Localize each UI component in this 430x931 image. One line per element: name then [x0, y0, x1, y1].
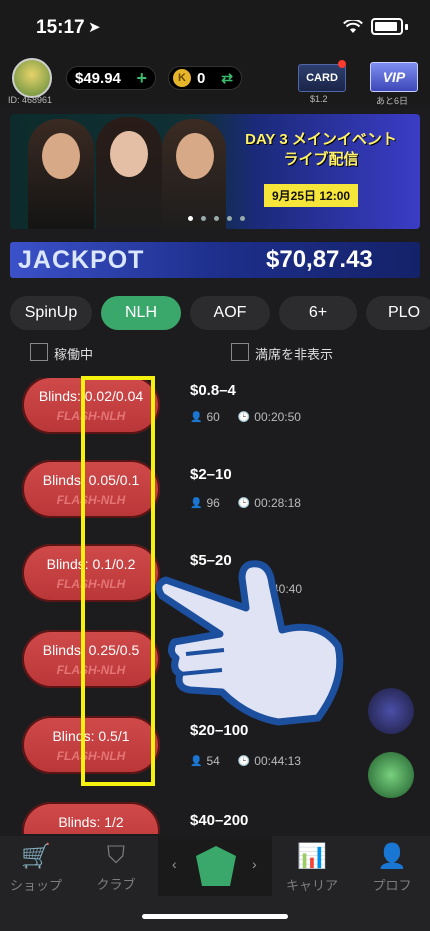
wifi-icon — [343, 19, 363, 33]
coins-value: 0 — [197, 69, 206, 87]
swap-icon[interactable]: ⇄ — [221, 70, 233, 87]
table-row[interactable]: Blinds: 0.02/0.04 FLASH-NLH $0.8–4 👤 60 🕒… — [0, 378, 430, 464]
chevron-right-icon[interactable]: › — [252, 856, 257, 872]
coin-icon: K — [173, 69, 191, 87]
status-bar: 15:17 ➤ — [0, 0, 430, 52]
blinds-label: Blinds: 1/2 — [58, 814, 124, 830]
game-type-tabs: SpinUp NLH AOF 6+ PLO — [0, 296, 430, 330]
ranking-badge-icon[interactable] — [368, 688, 414, 734]
pager-dot[interactable] — [201, 216, 206, 221]
card-subtext: $1.2 — [310, 94, 328, 104]
card-button[interactable]: CARD — [298, 64, 346, 92]
user-id: ID: 468961 — [8, 95, 53, 105]
active-only-label: 稼働中 — [54, 347, 94, 362]
person-icon: 👤 — [190, 755, 203, 767]
person-icon: 👤 — [190, 411, 203, 423]
highlight-box — [81, 376, 155, 786]
chart-icon: 📊 — [297, 843, 327, 870]
table-time: 00:20:50 — [254, 410, 301, 424]
player-count: 60 — [206, 410, 220, 424]
player-count: 96 — [206, 496, 220, 510]
jackpot-amount: $70,87.43 — [266, 246, 373, 273]
stakes-label: $2–10 — [190, 466, 232, 483]
person-icon: 👤 — [190, 497, 203, 509]
location-icon: ➤ — [88, 19, 101, 36]
pointing-hand-icon — [155, 560, 344, 726]
balance-value: $49.94 — [75, 69, 121, 87]
vip-subtext: あと6日 — [376, 96, 409, 106]
battery-cap — [405, 23, 408, 30]
clock-icon: 🕒 — [237, 497, 251, 509]
nav-career-label: キャリア — [285, 878, 338, 893]
status-icons — [343, 18, 408, 35]
hide-full-label: 満席を非表示 — [255, 347, 334, 362]
banner-person-image — [162, 119, 226, 229]
active-only-checkbox[interactable] — [30, 343, 48, 361]
table-row[interactable]: Blinds: 0.05/0.1 FLASH-NLH $2–10 👤 96 🕒 00… — [0, 460, 430, 546]
tab-nlh[interactable]: NLH — [101, 296, 181, 330]
table-row[interactable]: Blinds: 1/2 $40–200 — [0, 802, 430, 834]
status-time: 15:17 — [36, 17, 85, 38]
jackpot-bar[interactable]: JACKPOT $70,87.43 — [10, 242, 420, 278]
filter-bar: 稼働中 満席を非表示 — [0, 340, 430, 366]
top-header: ID: 468961 $49.94 + K 0 ⇄ CARD $1.2 VIP … — [0, 52, 430, 108]
join-table-button[interactable]: Blinds: 1/2 — [22, 802, 160, 834]
banner-pager[interactable] — [188, 216, 245, 221]
nav-shop-label: ショップ — [9, 878, 62, 893]
jackpot-label: JACKPOT — [18, 246, 145, 274]
home-indicator — [142, 914, 288, 919]
nav-shop[interactable]: 🛒 ショップ — [0, 842, 72, 894]
add-funds-icon[interactable]: + — [136, 68, 147, 89]
pager-dot[interactable] — [240, 216, 245, 221]
tab-aof[interactable]: AOF — [190, 296, 270, 330]
banner-person-image — [28, 119, 94, 229]
bonus-badge-icon[interactable] — [368, 752, 414, 798]
shield-icon: ⛉ — [107, 842, 125, 869]
table-meta: 👤 60 🕒 00:20:50 — [190, 410, 301, 424]
stakes-label: $0.8–4 — [190, 382, 236, 399]
banner-title-line2: ライブ配信 — [283, 151, 359, 168]
person-icon: 👤 — [377, 843, 407, 870]
battery-icon — [371, 18, 403, 35]
notification-dot — [338, 60, 346, 68]
cart-icon: 🛒 — [21, 843, 51, 870]
vip-button[interactable]: VIP — [370, 62, 418, 92]
chevron-left-icon[interactable]: ‹ — [172, 856, 177, 872]
coins-pill[interactable]: K 0 ⇄ — [168, 66, 242, 90]
nav-club[interactable]: ⛉ クラブ — [80, 842, 152, 893]
clock-icon: 🕒 — [237, 755, 251, 767]
tab-spinup[interactable]: SpinUp — [10, 296, 92, 330]
table-meta: 👤 54 🕒 00:44:13 — [190, 754, 301, 768]
hide-full-checkbox[interactable] — [231, 343, 249, 361]
tab-plo[interactable]: PLO — [366, 296, 430, 330]
nav-profile-label: プロフ — [372, 878, 412, 893]
event-banner[interactable]: DAY 3 メインイベント ライブ配信 9月25日 12:00 — [10, 114, 420, 229]
pager-dot[interactable] — [227, 216, 232, 221]
banner-date: 9月25日 12:00 — [264, 184, 359, 207]
banner-person-image — [96, 117, 162, 229]
tab-6plus[interactable]: 6+ — [279, 296, 357, 330]
stakes-label: $40–200 — [190, 812, 249, 829]
table-time: 00:44:13 — [254, 754, 301, 768]
nav-profile[interactable]: 👤 プロフ — [356, 842, 428, 894]
banner-title-line1: DAY 3 メインイベント — [245, 131, 397, 148]
pager-dot[interactable] — [214, 216, 219, 221]
pager-dot[interactable] — [188, 216, 193, 221]
nav-career[interactable]: 📊 キャリア — [276, 842, 348, 894]
table-meta: 👤 96 🕒 00:28:18 — [190, 496, 301, 510]
table-time: 00:28:18 — [254, 496, 301, 510]
player-count: 54 — [206, 754, 220, 768]
clock-icon: 🕒 — [237, 411, 251, 423]
avatar[interactable] — [12, 58, 52, 98]
banner-title: DAY 3 メインイベント ライブ配信 — [228, 130, 414, 170]
nav-club-label: クラブ — [96, 877, 136, 892]
balance-pill[interactable]: $49.94 + — [66, 66, 156, 90]
